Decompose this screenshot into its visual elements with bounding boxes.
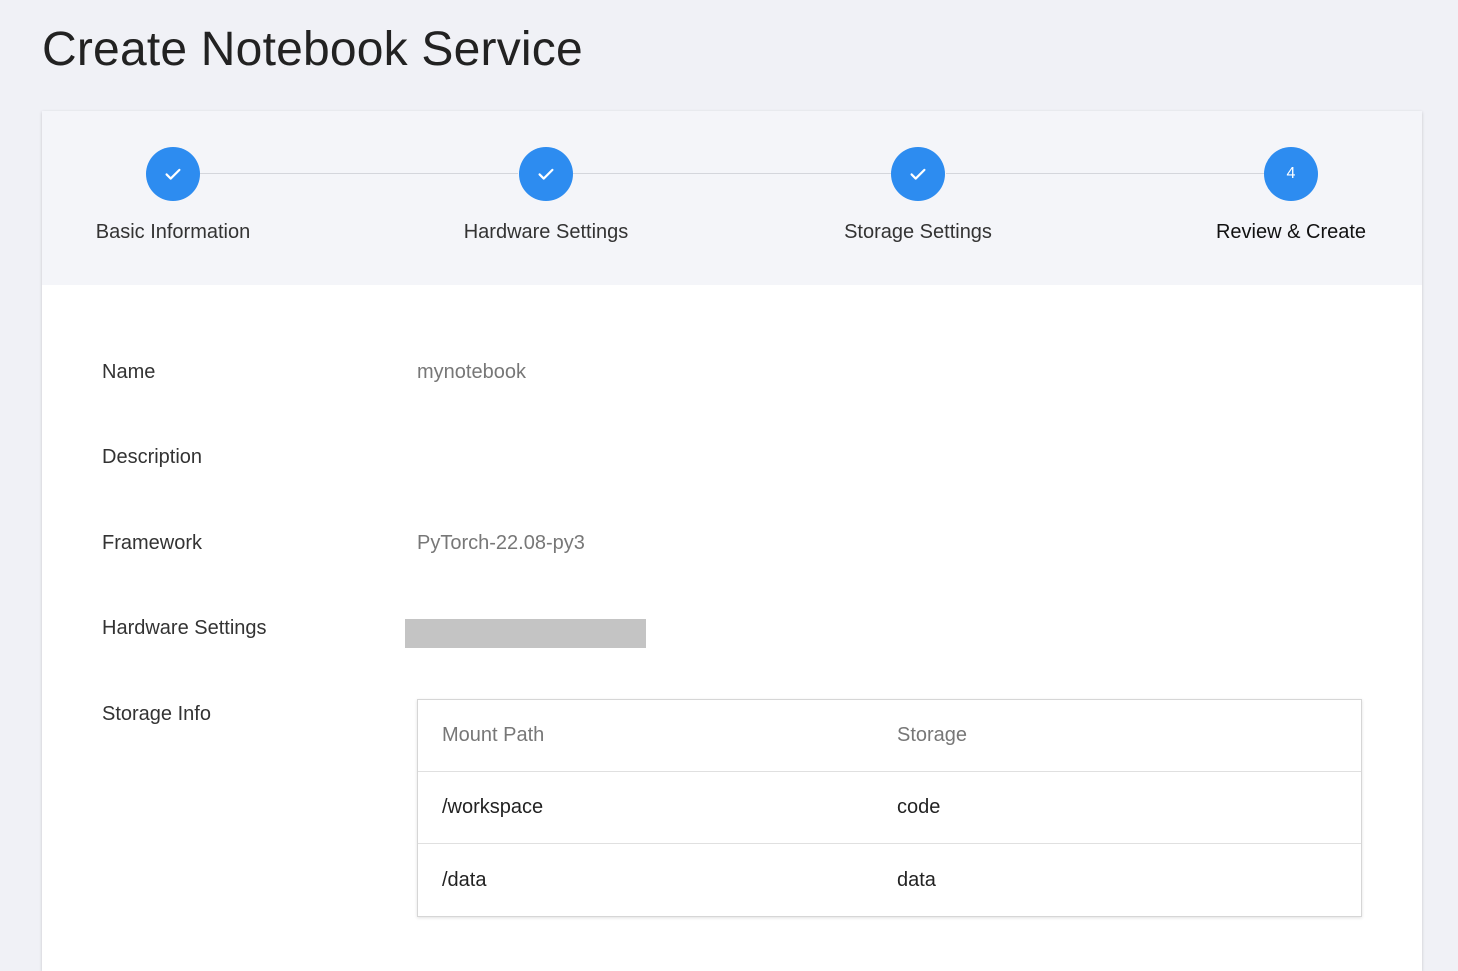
- name-label: Name: [102, 361, 156, 383]
- step-label: Hardware Settings: [463, 221, 629, 243]
- step-basic-information[interactable]: Basic Information: [53, 147, 293, 244]
- framework-label: Framework: [102, 532, 203, 554]
- step-completed-circle: [146, 147, 200, 201]
- table-row: /data data: [418, 844, 1361, 916]
- page-title: Create Notebook Service: [42, 23, 583, 76]
- column-header-storage: Storage: [897, 724, 968, 746]
- table-row: /workspace code: [418, 772, 1361, 844]
- step-number-circle: 4: [1264, 147, 1318, 201]
- mount-path-cell: /workspace: [442, 796, 544, 818]
- storage-cell: code: [897, 796, 941, 818]
- check-icon: [165, 168, 181, 180]
- framework-value: PyTorch-22.08-py3: [417, 532, 585, 554]
- hardware-settings-label: Hardware Settings: [102, 617, 267, 639]
- stepper: Basic Information Hardware Settings Stor…: [42, 111, 1422, 285]
- check-icon: [538, 168, 554, 180]
- storage-info-table: Mount Path Storage /workspace code /data…: [417, 699, 1362, 917]
- storage-info-label: Storage Info: [102, 703, 211, 725]
- review-row-storage: Storage Info: [102, 703, 211, 726]
- review-row-framework: Framework PyTorch-22.08-py3: [102, 532, 585, 555]
- step-label: Basic Information: [95, 221, 251, 243]
- step-label: Storage Settings: [844, 221, 992, 243]
- check-icon: [910, 168, 926, 180]
- step-label: Review & Create: [1215, 221, 1367, 243]
- hardware-settings-redacted-value: [405, 619, 646, 648]
- review-row-name: Name mynotebook: [102, 361, 526, 384]
- review-row-description: Description: [102, 446, 202, 469]
- step-hardware-settings[interactable]: Hardware Settings: [426, 147, 666, 244]
- create-notebook-card: Basic Information Hardware Settings Stor…: [42, 111, 1422, 971]
- step-completed-circle: [891, 147, 945, 201]
- table-header-row: Mount Path Storage: [418, 700, 1361, 772]
- mount-path-cell: /data: [442, 868, 487, 891]
- step-storage-settings[interactable]: Storage Settings: [798, 147, 1038, 244]
- description-label: Description: [102, 446, 203, 468]
- storage-cell: data: [897, 868, 936, 891]
- step-completed-circle: [519, 147, 573, 201]
- review-row-hardware: Hardware Settings: [102, 617, 267, 640]
- column-header-mount-path: Mount Path: [442, 724, 545, 746]
- step-review-create[interactable]: 4 Review & Create: [1171, 147, 1411, 244]
- name-value: mynotebook: [417, 361, 526, 383]
